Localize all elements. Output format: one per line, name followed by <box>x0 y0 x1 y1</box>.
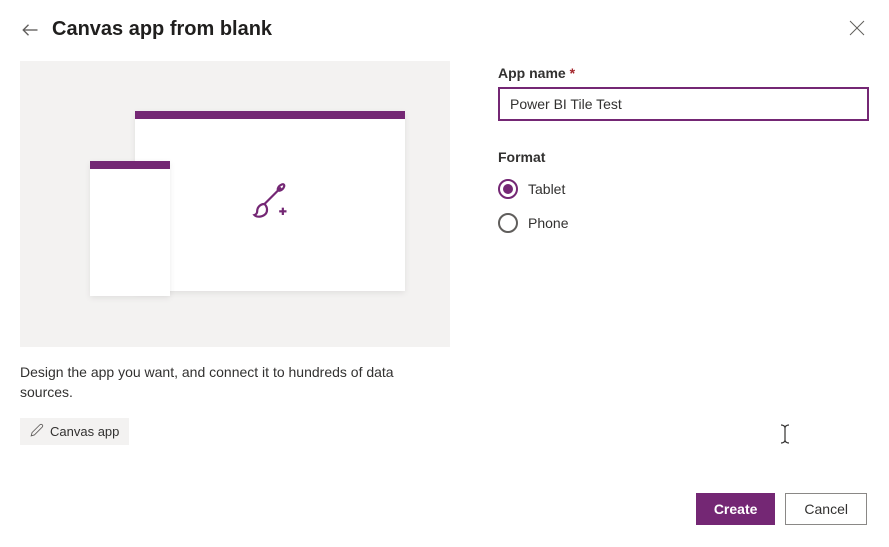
canvas-app-tag: Canvas app <box>20 418 129 445</box>
content-area: Design the app you want, and connect it … <box>0 51 889 445</box>
radio-label-tablet: Tablet <box>528 181 565 197</box>
cancel-button[interactable]: Cancel <box>785 493 867 525</box>
dialog-footer: Create Cancel <box>696 493 867 525</box>
tag-label: Canvas app <box>50 424 119 439</box>
tablet-preview-shape <box>135 111 405 291</box>
brush-icon <box>248 182 292 229</box>
app-name-input[interactable] <box>498 87 869 121</box>
text-cursor-icon <box>779 424 791 449</box>
app-name-label: App name * <box>498 65 869 81</box>
app-description: Design the app you want, and connect it … <box>20 363 450 402</box>
page-title: Canvas app from blank <box>52 18 272 41</box>
radio-unselected-icon <box>498 213 518 233</box>
left-column: Design the app you want, and connect it … <box>20 61 450 445</box>
phone-preview-shape <box>90 161 170 296</box>
format-option-phone[interactable]: Phone <box>498 213 869 233</box>
format-option-tablet[interactable]: Tablet <box>498 179 869 199</box>
format-section: Format Tablet Phone <box>498 149 869 233</box>
create-button[interactable]: Create <box>696 493 776 525</box>
radio-label-phone: Phone <box>528 215 568 231</box>
close-icon[interactable] <box>849 20 867 38</box>
pencil-icon <box>30 423 44 440</box>
required-indicator: * <box>570 65 575 81</box>
dialog-header: Canvas app from blank <box>0 0 889 51</box>
preview-thumbnail <box>20 61 450 347</box>
radio-selected-icon <box>498 179 518 199</box>
back-arrow-icon[interactable] <box>20 20 40 40</box>
format-label: Format <box>498 149 869 165</box>
right-column: App name * Format Tablet Phone <box>498 61 869 445</box>
